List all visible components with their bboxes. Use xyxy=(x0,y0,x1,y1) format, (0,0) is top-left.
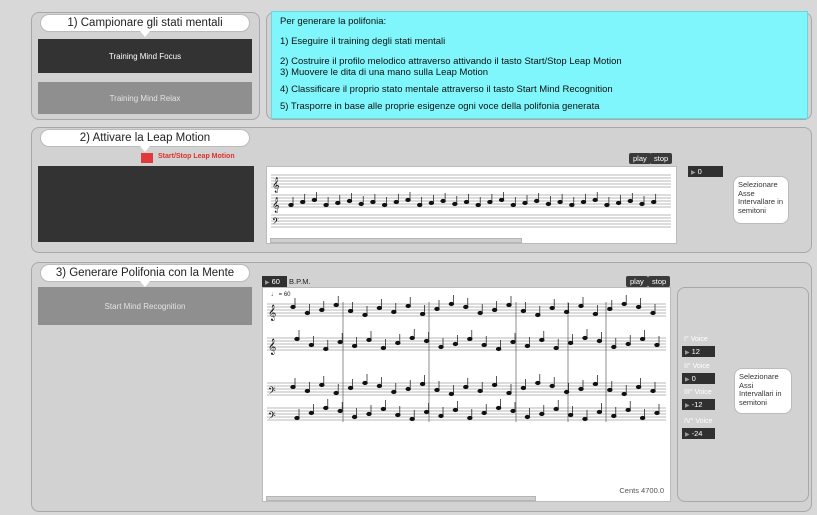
melody-scrollbar[interactable] xyxy=(270,238,522,243)
leap-toggle-label[interactable]: Start/Stop Leap Motion xyxy=(158,153,235,160)
voice-number-box-1[interactable]: ▶ 12 xyxy=(682,346,715,357)
svg-text:𝄢: 𝄢 xyxy=(272,216,279,229)
instructions-step2: 2) Costruire il profilo melodico attrave… xyxy=(280,56,622,67)
voice-label-2: II° Voice xyxy=(684,363,710,370)
section2-stop-button[interactable]: stop xyxy=(650,153,673,164)
svg-text:𝄢: 𝄢 xyxy=(268,410,276,424)
leap-toggle[interactable] xyxy=(141,153,153,163)
svg-text:𝄞: 𝄞 xyxy=(272,198,280,213)
interval-number-box[interactable]: ▶ 0 xyxy=(688,166,723,177)
interval-callout: Selezionare Asse Intervallare in semiton… xyxy=(733,176,789,224)
instructions-box: Per generare la polifonia: 1) Eseguire i… xyxy=(271,11,808,119)
section3-play-button[interactable]: play xyxy=(626,276,648,287)
voice-label-1: I° Voice xyxy=(684,336,708,343)
section2-play-button[interactable]: play xyxy=(629,153,651,164)
svg-text:𝄞: 𝄞 xyxy=(268,305,276,321)
instructions-step1: 1) Eseguire il training degli stati ment… xyxy=(280,36,446,47)
instructions-step5: 5) Trasporre in base alle proprie esigen… xyxy=(280,101,600,112)
cents-readout: Cents 4700.0 xyxy=(619,486,664,495)
melody-score: 𝄞 𝄞 𝄢 xyxy=(266,166,677,244)
training-mind-relax-button[interactable]: Training Mind Relax xyxy=(38,82,252,114)
section2-title: 2) Attivare la Leap Motion xyxy=(40,129,250,152)
training-mind-focus-button[interactable]: Training Mind Focus xyxy=(38,39,252,73)
instructions-step4: 4) Classificare il proprio stato mentale… xyxy=(280,84,613,95)
voice-number-box-4[interactable]: ▶ -24 xyxy=(682,428,715,439)
svg-text:𝄢: 𝄢 xyxy=(268,385,276,399)
polyphony-scrollbar[interactable] xyxy=(266,496,536,501)
start-mind-recognition-button[interactable]: Start Mind Recognition xyxy=(38,287,252,325)
voice-label-4: IV° Voice xyxy=(684,418,713,425)
section1-title: 1) Campionare gli stati mentali xyxy=(40,14,250,37)
section3-stop-button[interactable]: stop xyxy=(648,276,671,287)
section3-title: 3) Generare Polifonia con la Mente xyxy=(40,264,250,287)
bpm-number-box[interactable]: ▶ 60 xyxy=(262,276,287,287)
voices-callout: Selezionare Assi Intervallari in semiton… xyxy=(734,368,792,414)
leap-motion-display xyxy=(38,166,254,242)
voice-number-box-2[interactable]: ▶ 0 xyxy=(682,373,715,384)
svg-text:𝄞: 𝄞 xyxy=(272,178,280,193)
voice-label-3: III° Voice xyxy=(684,389,712,396)
bpm-label: B.P.M. xyxy=(289,277,311,286)
polyphony-score: ♩ = 60 𝄞 𝄞 𝄢 𝄢 Cents 4700.0 xyxy=(262,287,671,502)
polyphony-staff: 𝄞 𝄞 𝄢 𝄢 xyxy=(267,295,666,424)
instructions-heading: Per generare la polifonia: xyxy=(280,16,387,27)
voice-number-box-3[interactable]: ▶ -12 xyxy=(682,399,715,410)
melody-staff: 𝄞 𝄞 𝄢 xyxy=(271,174,671,229)
svg-text:𝄞: 𝄞 xyxy=(268,339,276,355)
instructions-step3: 3) Muovere le dita di una mano sulla Lea… xyxy=(280,67,489,78)
